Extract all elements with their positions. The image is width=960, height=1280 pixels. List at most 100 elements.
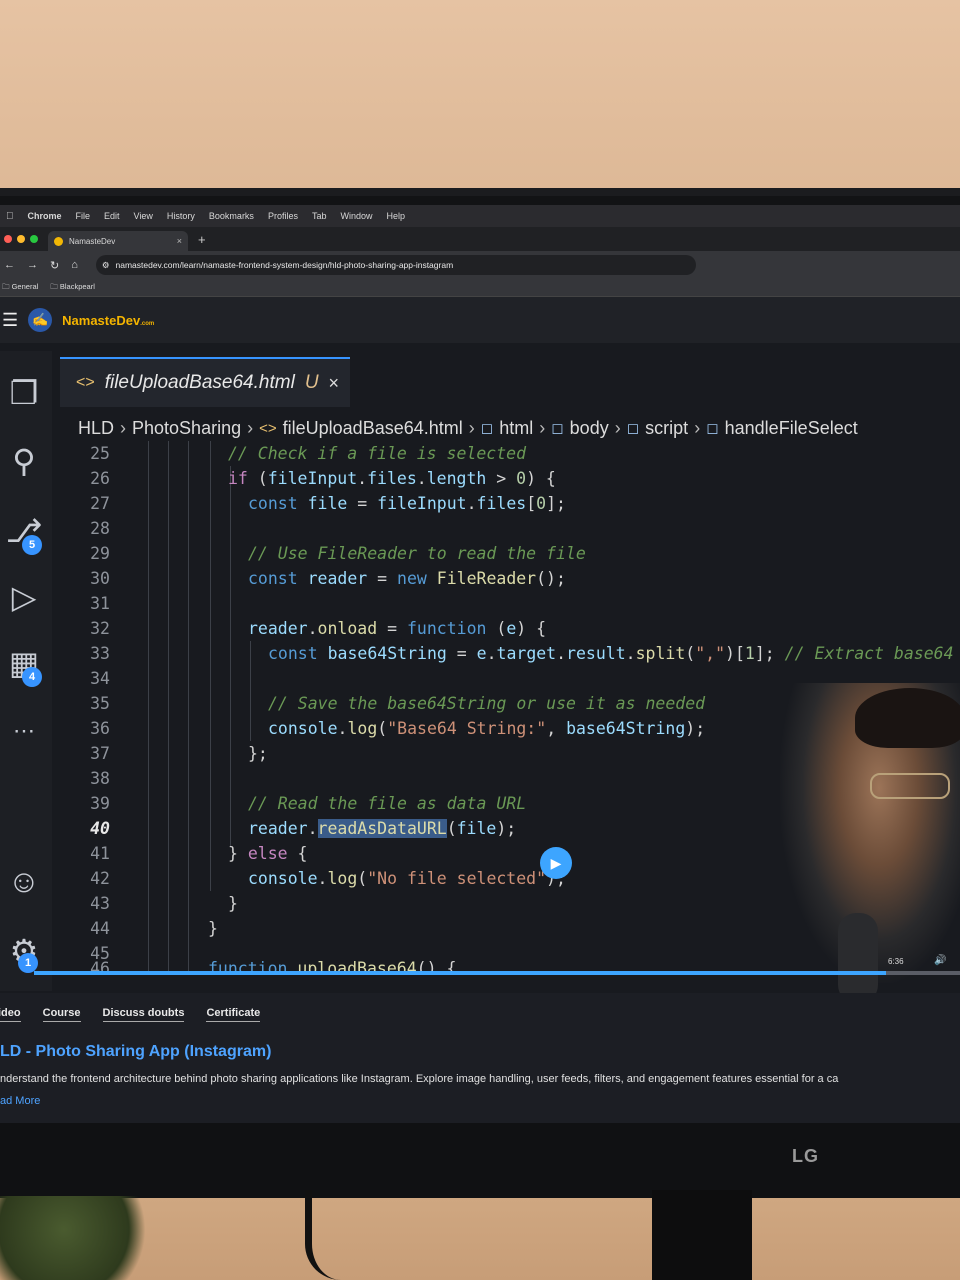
course-description: nderstand the frontend architecture behi… (0, 1073, 839, 1085)
code-line: 39 // Read the file as data URL (90, 794, 527, 813)
selected-text: readAsDataURL (317, 819, 447, 838)
code-line: 35 // Save the base64String or use it as… (90, 694, 706, 713)
menu-help[interactable]: Help (386, 211, 405, 221)
breadcrumb-html[interactable]: html (499, 418, 533, 439)
breadcrumb-photosharing[interactable]: PhotoSharing (132, 418, 241, 439)
more-icon[interactable]: ⋯ (4, 711, 44, 751)
tab-video[interactable]: ideo (0, 1007, 21, 1022)
course-video-player[interactable]: ❐ ⚲ ⎇ 5 ▷ ▦ 4 ⋯ ☺ ⚙ 1 <> fileUploadBase6… (0, 343, 960, 993)
reload-icon[interactable]: ↻ (50, 259, 59, 272)
bookmark-blackpearl[interactable]: 🗀 Blackpearl (50, 281, 95, 294)
breadcrumb-body[interactable]: body (570, 418, 609, 439)
tab-close-icon[interactable]: × (177, 236, 182, 246)
editor-tab-close-icon[interactable]: × (329, 373, 340, 394)
apple-icon[interactable]:  (6, 211, 14, 222)
cube-icon: ◻ (626, 420, 640, 437)
search-icon[interactable]: ⚲ (4, 441, 44, 481)
breadcrumb-file[interactable]: fileUploadBase64.html (283, 418, 463, 439)
window-controls (4, 235, 38, 243)
chevron-right-icon: › (468, 417, 475, 438)
tab-certificate[interactable]: Certificate (206, 1007, 261, 1022)
code-if-statement: if (fileInput.files.length > 0) { (228, 469, 556, 488)
cube-icon: ◻ (551, 420, 564, 437)
menu-chrome[interactable]: Chrome (28, 211, 62, 221)
editor-breadcrumb: HLD › PhotoSharing › <> fileUploadBase64… (78, 413, 858, 443)
code-line: 42 console.log("No file selected"); (90, 869, 566, 888)
vscode-activity-bar: ❐ ⚲ ⎇ 5 ▷ ▦ 4 ⋯ ☺ ⚙ 1 (0, 351, 52, 991)
forward-arrow-icon[interactable]: → (27, 259, 38, 271)
volume-icon[interactable]: 🔊 (934, 955, 946, 966)
brand-name[interactable]: NamasteDev.com (62, 313, 154, 328)
chevron-right-icon: › (120, 417, 127, 438)
run-debug-icon[interactable]: ▷ (4, 577, 44, 617)
chevron-right-icon: › (247, 417, 254, 438)
breadcrumb-function[interactable]: handleFileSelect (725, 418, 858, 439)
namastedev-logo-icon[interactable]: ✍ (28, 308, 53, 332)
chevron-right-icon: › (694, 417, 701, 438)
video-progress-bar[interactable] (34, 971, 960, 975)
play-icon[interactable]: ▶ (540, 847, 572, 879)
tab-discuss-doubts[interactable]: Discuss doubts (102, 1007, 185, 1022)
code-line: 43 } (90, 894, 238, 913)
code-line: 28 (90, 519, 110, 538)
explorer-icon[interactable]: ❐ (4, 373, 44, 413)
close-window-button[interactable] (4, 235, 12, 243)
back-arrow-icon[interactable]: ← (4, 259, 15, 271)
address-bar[interactable]: ⚙ namastedev.com/learn/namaste-frontend-… (95, 255, 696, 275)
menu-file[interactable]: File (76, 211, 91, 221)
code-line: 44 } (90, 919, 218, 938)
menu-bookmarks[interactable]: Bookmarks (209, 211, 254, 221)
mac-menu-bar:  Chrome File Edit View History Bookmark… (0, 205, 960, 227)
lg-logo: LG (792, 1146, 819, 1166)
html-file-icon: <> (76, 374, 95, 391)
video-progress-fill (34, 971, 886, 975)
course-title: LD - Photo Sharing App (Instagram) (0, 1043, 272, 1060)
menu-view[interactable]: View (134, 211, 153, 221)
breadcrumb-script[interactable]: script (645, 418, 688, 439)
namastedev-favicon-icon (54, 236, 63, 246)
source-control-badge: 5 (22, 535, 42, 555)
code-line: 26 if (fileInput.files.length > 0) { (90, 469, 556, 488)
extensions-badge: 4 (22, 667, 42, 687)
code-line: 32 reader.onload = function (e) { (90, 619, 547, 638)
editor-tab-filename: fileUploadBase64.html (104, 372, 295, 393)
hamburger-menu-icon[interactable]: ☰ (2, 310, 18, 331)
breadcrumb-hld[interactable]: HLD (78, 418, 114, 439)
code-line: 33 const base64String = e.target.result.… (90, 644, 960, 663)
code-line: 25 // Check if a file is selected (90, 444, 527, 463)
tab-title: NamasteDev (69, 236, 116, 246)
monitor-stand (652, 1190, 752, 1280)
code-line-active: 40 reader.readAsDataURL(file); (90, 819, 517, 838)
background-wall (0, 0, 960, 200)
editor-tab-file[interactable]: <> fileUploadBase64.html U × (60, 357, 350, 407)
home-icon[interactable]: ⌂ (71, 259, 78, 271)
code-line: 30 const reader = new FileReader(); (90, 569, 566, 588)
menu-edit[interactable]: Edit (104, 211, 120, 221)
bookmark-general[interactable]: 🗀 General (2, 281, 38, 294)
menu-window[interactable]: Window (340, 211, 372, 221)
microphone (838, 913, 878, 993)
maximize-window-button[interactable] (30, 235, 38, 243)
read-more-link[interactable]: ad More (0, 1095, 40, 1107)
code-line: 27 const file = fileInput.files[0]; (90, 494, 566, 513)
browser-tab-strip: NamasteDev × + (0, 227, 960, 251)
minimize-window-button[interactable] (17, 235, 25, 243)
video-time: 6:36 (888, 957, 904, 966)
browser-toolbar: ← → ↻ ⌂ ⚙ namastedev.com/learn/namaste-f… (0, 251, 960, 279)
code-line: 36 console.log("Base64 String:", base64S… (90, 719, 706, 738)
code-line: 38 (90, 769, 110, 788)
menu-profiles[interactable]: Profiles (268, 211, 298, 221)
new-tab-button[interactable]: + (198, 232, 206, 247)
menu-tab[interactable]: Tab (312, 211, 327, 221)
code-line: 41 } else { (90, 844, 308, 863)
bookmarks-bar: 🗀 General 🗀 Blackpearl (0, 279, 960, 297)
code-line: 37 }; (90, 744, 268, 763)
course-tabs: ideo Course Discuss doubts Certificate (0, 1007, 261, 1022)
site-header: ☰ ✍ NamasteDev.com (0, 297, 960, 343)
account-icon[interactable]: ☺ (4, 861, 44, 901)
browser-tab-namastedev[interactable]: NamasteDev × (48, 231, 188, 251)
course-info-panel: ideo Course Discuss doubts Certificate L… (0, 993, 960, 1123)
site-info-icon[interactable]: ⚙ (102, 260, 110, 271)
tab-course[interactable]: Course (42, 1007, 81, 1022)
menu-history[interactable]: History (167, 211, 195, 221)
